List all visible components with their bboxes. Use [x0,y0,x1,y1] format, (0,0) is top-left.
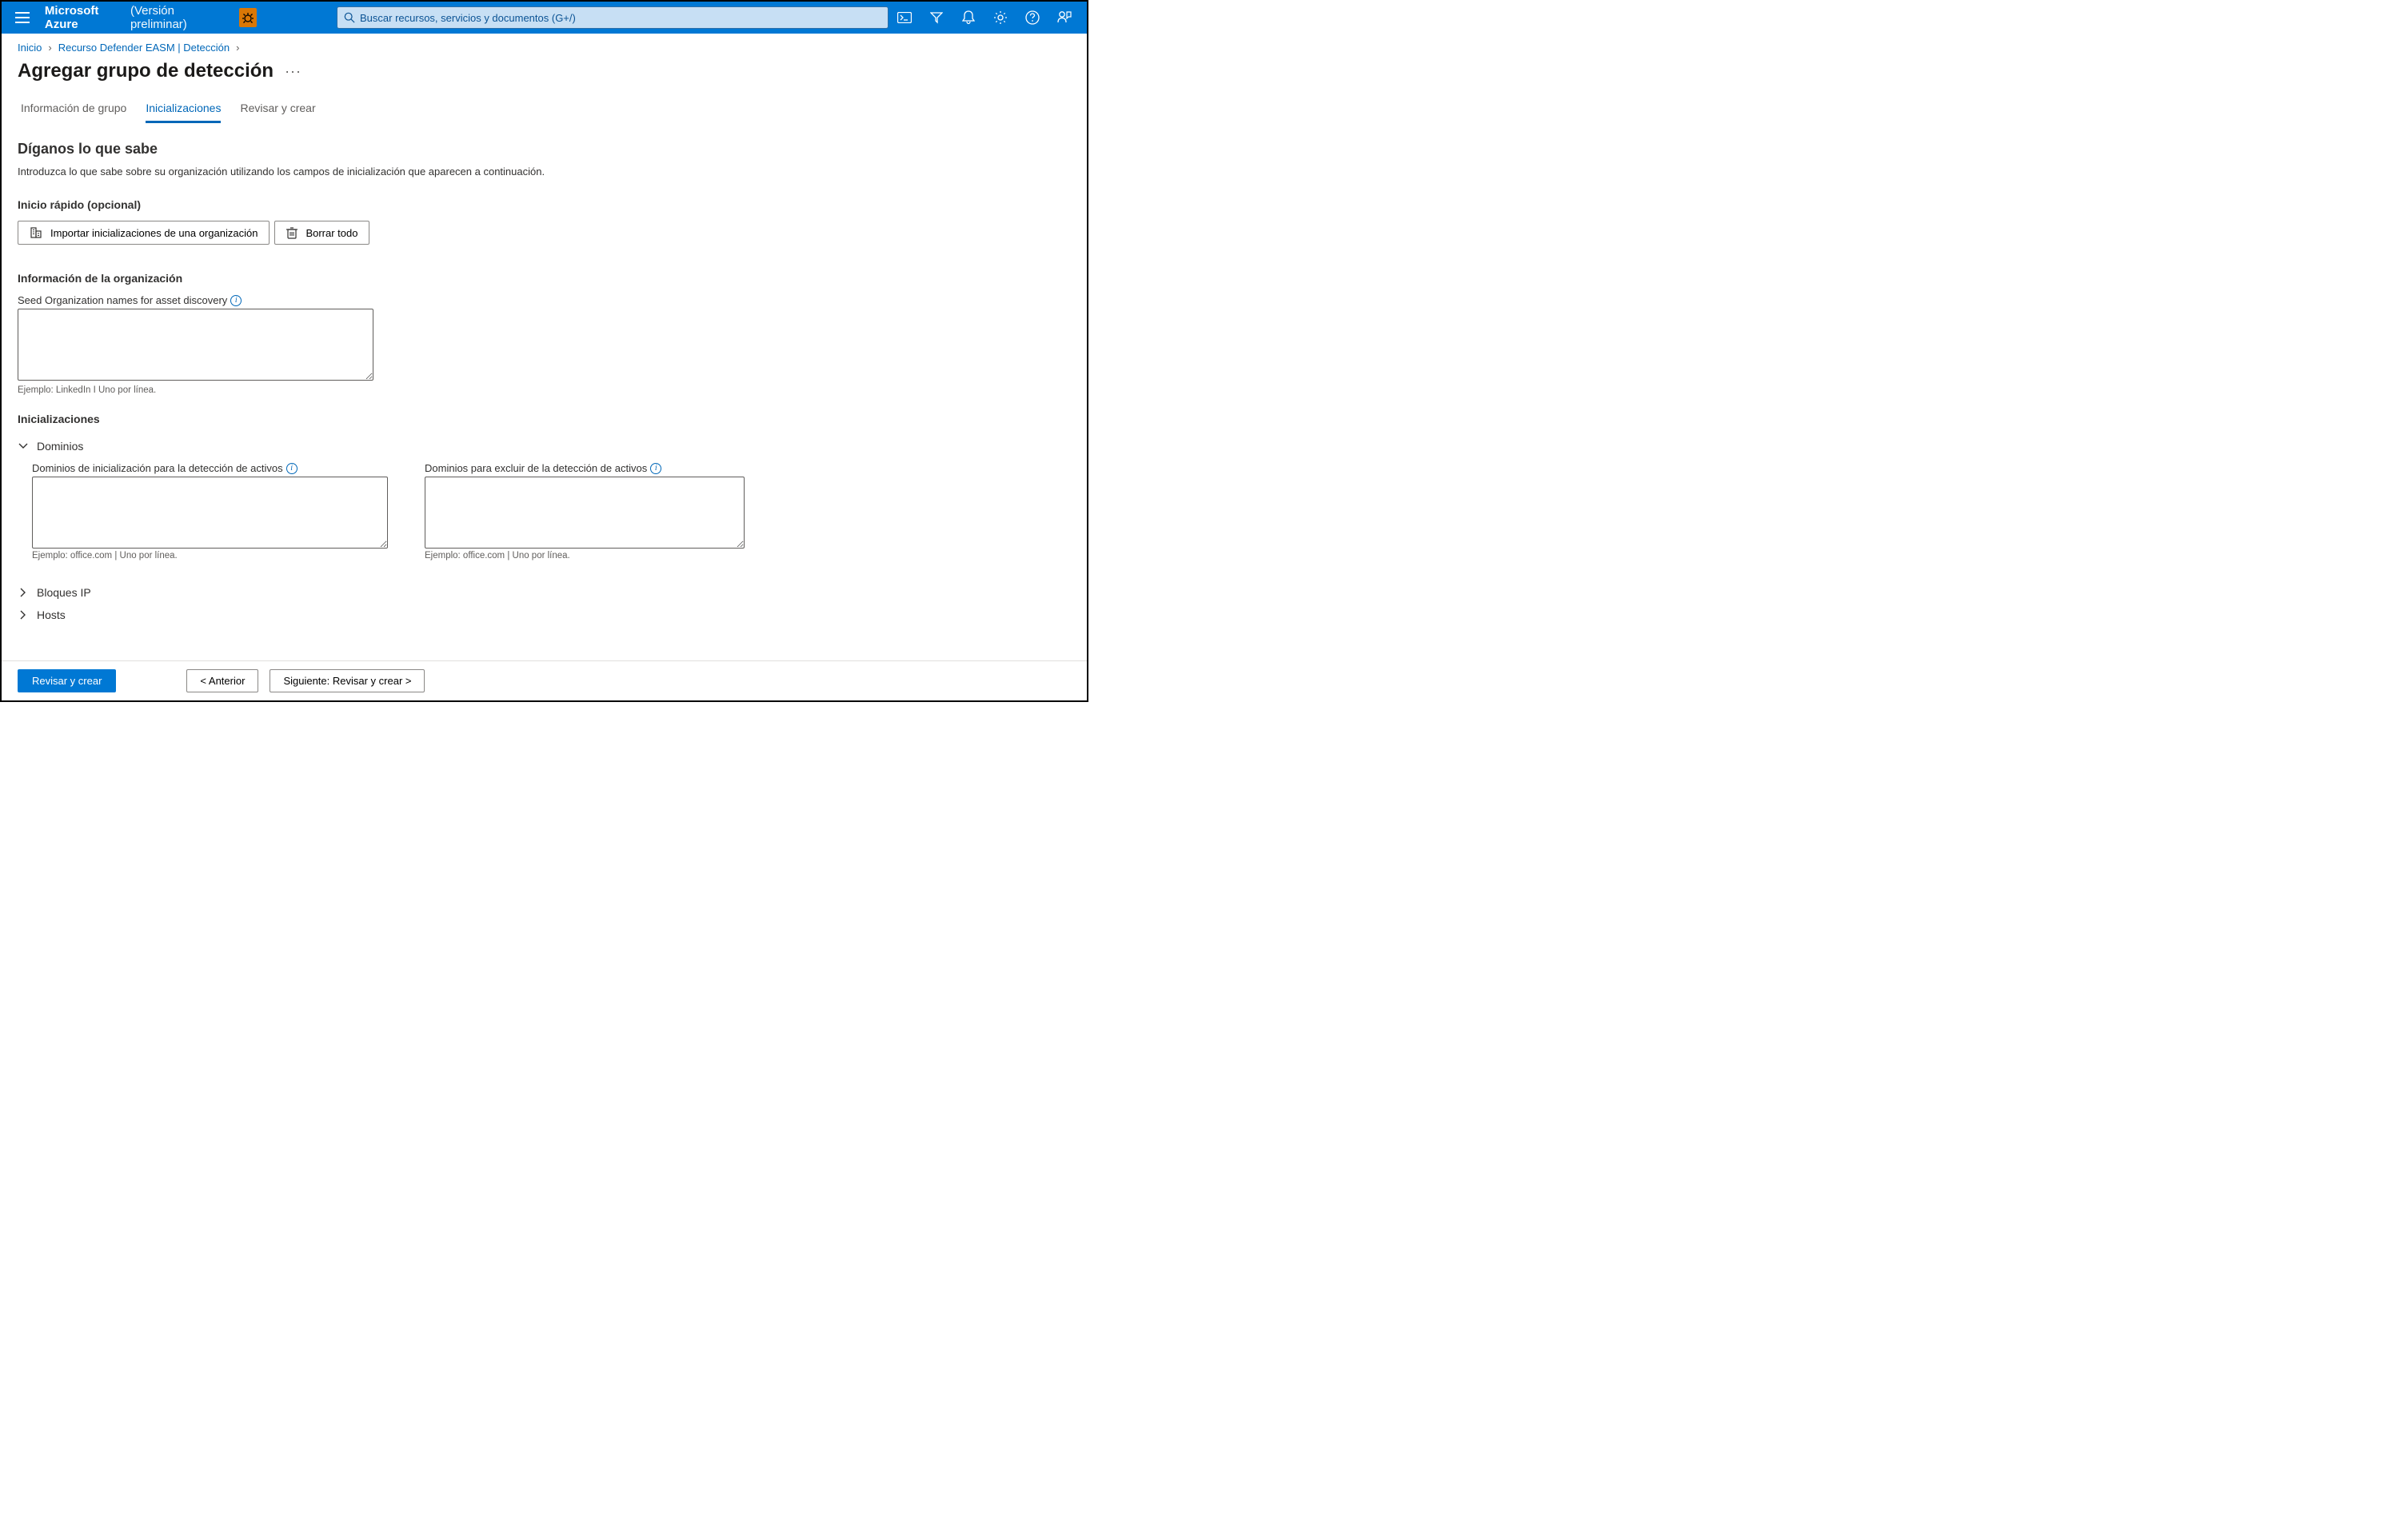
top-header: Microsoft Azure (Versión preliminar) Bus… [2,2,1087,34]
main-content: Díganos lo que sabe Introduzca lo que sa… [2,141,1087,660]
cloud-shell-icon [897,12,912,23]
org-info-heading: Información de la organización [18,272,1071,285]
intro-text: Introduzca lo que sabe sobre su organiza… [18,166,1071,178]
cloud-shell-button[interactable] [889,2,920,34]
bell-icon [962,10,975,25]
seeds-heading: Inicializaciones [18,413,1071,425]
feedback-icon [1057,10,1072,25]
domains-exclude-textarea[interactable] [425,477,745,549]
more-actions-button[interactable]: ··· [285,63,301,80]
tab-initializations[interactable]: Inicializaciones [146,97,221,123]
tab-review-create[interactable]: Revisar y crear [240,97,315,123]
header-icons [889,2,1080,34]
preview-bug-badge[interactable] [239,8,257,27]
info-icon[interactable]: i [650,463,661,474]
seed-org-label: Seed Organization names for asset discov… [18,294,227,306]
bug-icon [242,11,254,24]
global-search[interactable]: Buscar recursos, servicios y documentos … [337,6,889,29]
search-placeholder: Buscar recursos, servicios y documentos … [360,12,576,24]
page-title-row: Agregar grupo de detección ··· [2,57,1087,97]
filter-icon [930,11,943,24]
chevron-right-icon: › [48,42,51,54]
brand[interactable]: Microsoft Azure (Versión preliminar) [45,4,224,31]
feedback-button[interactable] [1048,2,1080,34]
clear-all-button[interactable]: Borrar todo [274,221,369,245]
previous-button[interactable]: < Anterior [186,669,258,692]
intro-heading: Díganos lo que sabe [18,141,1071,158]
search-wrap: Buscar recursos, servicios y documentos … [337,6,889,29]
expander-dominios-title: Dominios [37,440,83,453]
directory-filter-button[interactable] [920,2,952,34]
info-icon[interactable]: i [230,295,242,306]
dominios-body: Dominios de inicialización para la detec… [18,457,1071,581]
domains-include-textarea[interactable] [32,477,388,549]
domains-exclude-hint: Ejemplo: office.com | Uno por línea. [425,551,745,561]
breadcrumb-item-resource[interactable]: Recurso Defender EASM | Detección [58,42,230,54]
info-icon[interactable]: i [286,463,298,474]
chevron-down-icon [18,443,29,449]
brand-name: Microsoft Azure [45,4,126,31]
brand-preview: (Versión preliminar) [130,4,223,31]
page-title: Agregar grupo de detección [18,60,274,82]
organization-icon [30,226,42,239]
expander-hosts[interactable]: Hosts [18,604,1071,626]
domains-exclude-label: Dominios para excluir de la detección de… [425,462,647,474]
seed-org-hint: Ejemplo: LinkedIn I Uno por línea. [18,385,1071,395]
breadcrumb-item-home[interactable]: Inicio [18,42,42,54]
expander-dominios[interactable]: Dominios [18,435,1071,457]
help-button[interactable] [1016,2,1048,34]
tab-group-info[interactable]: Información de grupo [21,97,126,123]
search-icon [344,12,355,23]
import-seeds-label: Importar inicializaciones de una organiz… [50,227,258,239]
help-icon [1025,10,1040,25]
expander-ip-blocks[interactable]: Bloques IP [18,581,1071,604]
settings-button[interactable] [984,2,1016,34]
chevron-right-icon [18,588,29,597]
chevron-right-icon [18,610,29,620]
review-create-button[interactable]: Revisar y crear [18,669,116,692]
hamburger-icon [15,12,30,23]
clear-all-label: Borrar todo [305,227,357,239]
seed-org-textarea[interactable] [18,309,373,381]
domains-include-label: Dominios de inicialización para la detec… [32,462,283,474]
next-button[interactable]: Siguiente: Revisar y crear > [270,669,425,692]
trash-icon [286,226,298,239]
domains-include-hint: Ejemplo: office.com | Uno por línea. [32,551,388,561]
notifications-button[interactable] [952,2,984,34]
gear-icon [993,10,1008,25]
hamburger-menu[interactable] [8,2,37,34]
footer: Revisar y crear < Anterior Siguiente: Re… [2,660,1087,700]
expander-hosts-title: Hosts [37,608,66,621]
import-seeds-button[interactable]: Importar inicializaciones de una organiz… [18,221,270,245]
expander-ip-blocks-title: Bloques IP [37,586,91,599]
tabs: Información de grupo Inicializaciones Re… [2,97,1087,123]
quickstart-heading: Inicio rápido (opcional) [18,198,1071,211]
breadcrumb: Inicio › Recurso Defender EASM | Detecci… [2,34,1087,57]
chevron-right-icon: › [236,42,239,54]
